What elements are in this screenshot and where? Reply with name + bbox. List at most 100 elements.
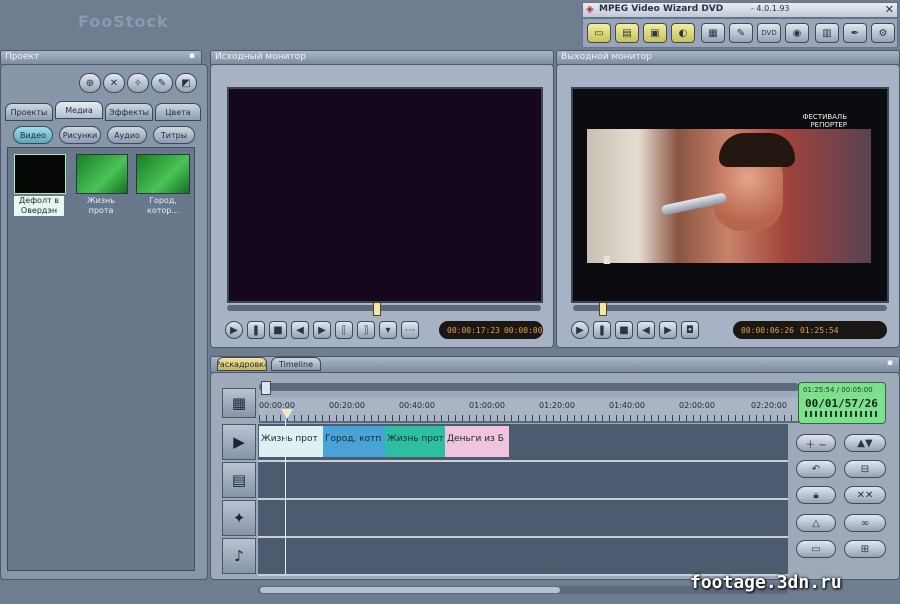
stop-icon: ■ (273, 324, 283, 336)
project-panel: ⊕ ✕ ✧ ✎ ◩ Проекты Медиа Эффекты Цвета Ви… (0, 64, 208, 580)
new-project-button[interactable]: ▭ (587, 23, 611, 43)
timeline-playhead-marker[interactable] (281, 409, 293, 419)
dvd-button[interactable]: DVD (757, 23, 781, 43)
settings-button[interactable]: ⚙ (871, 23, 895, 43)
menu-button[interactable]: ▥ (815, 23, 839, 43)
image-track[interactable] (258, 462, 788, 500)
title-bar: ◈ MPEG Video Wizard DVD - 4.0.1.93 ✕ (582, 2, 898, 18)
timeline-zoom-slider[interactable] (259, 381, 799, 395)
edit-icon: ✎ (157, 77, 167, 89)
undo-button[interactable]: ↶ (796, 460, 836, 478)
cut-button[interactable]: ✕✕ (844, 486, 886, 504)
video-track-icon: ▶ (233, 433, 245, 451)
output-stop-button[interactable]: ■ (615, 321, 633, 339)
filter-video[interactable]: Видео (13, 126, 53, 144)
plus-icon: ＋ − (805, 439, 827, 451)
open-project-button[interactable]: ▤ (615, 23, 639, 43)
tab-projects[interactable]: Проекты (5, 103, 53, 121)
audio-track[interactable] (258, 538, 788, 576)
fade-button[interactable]: △ (796, 514, 836, 532)
source-playhead[interactable] (373, 302, 381, 316)
track-options-button[interactable]: ⊞ (844, 540, 886, 558)
filter-titles[interactable]: Титры (153, 126, 195, 144)
source-scrubber[interactable] (227, 302, 541, 316)
media-item[interactable]: Дефолт в Овердэн (14, 154, 66, 216)
output-pause-button[interactable]: ❚ (593, 321, 611, 339)
source-next-frame-button[interactable]: ▶ (313, 321, 331, 339)
output-prev-button[interactable]: ◀ (637, 321, 655, 339)
tools-icon: ✒ (850, 27, 860, 39)
timeline-menu-icon[interactable]: ▪ (887, 358, 893, 368)
zoom-handle[interactable] (261, 381, 271, 395)
source-insert-button[interactable]: ▾ (379, 321, 397, 339)
output-playhead[interactable] (599, 302, 607, 316)
source-mark-out-button[interactable]: ⟧ (357, 321, 375, 339)
timeline-ruler[interactable]: 00:00:00 00:20:00 00:40:00 01:00:00 01:2… (259, 397, 799, 423)
remove-media-button[interactable]: ✕ (103, 73, 125, 93)
folder-icon: ◩ (181, 77, 191, 89)
track-video-header[interactable]: ▶ (222, 424, 256, 460)
capture-button[interactable]: ◐ (671, 23, 695, 43)
source-timecode: 00:00:17:23 00:00:00 (439, 321, 543, 339)
lock-button[interactable]: 🔒︎ (796, 486, 836, 504)
track-image-header[interactable]: ▤ (222, 462, 256, 498)
filter-images[interactable]: Рисунки (59, 126, 101, 144)
link-button[interactable]: ∞ (844, 514, 886, 532)
next-icon: ▶ (664, 324, 672, 336)
scrollbar-thumb[interactable] (260, 587, 560, 593)
tab-effects[interactable]: Эффекты (105, 103, 153, 121)
source-pause-button[interactable]: ❚ (247, 321, 265, 339)
pause-icon: ❚ (597, 324, 607, 336)
camera-icon: ◘ (686, 324, 694, 336)
source-mark-in-button[interactable]: ⟦ (335, 321, 353, 339)
output-snapshot-button[interactable]: ◘ (681, 321, 699, 339)
panel-menu-icon[interactable]: ▪ (189, 51, 195, 61)
output-next-button[interactable]: ▶ (659, 321, 677, 339)
open-icon: ▤ (622, 27, 632, 39)
track-add-button[interactable]: ▭ (796, 540, 836, 558)
timeline-clip[interactable]: Город, котп (323, 426, 385, 457)
media-item[interactable]: Город, котор... (136, 154, 190, 216)
track-video-icon-cell[interactable]: ▦ (222, 388, 256, 418)
timeline-clip[interactable]: Жизнь прот (259, 426, 323, 457)
tools-button[interactable]: ✒ (843, 23, 867, 43)
zoom-in-button[interactable]: ＋ − (796, 434, 836, 452)
scroll-up-button[interactable]: ▲▼ (844, 434, 886, 452)
mark-out-icon: ⟧ (363, 324, 369, 336)
close-button[interactable]: ✕ (885, 3, 894, 16)
output-play-button[interactable]: ▶ (571, 321, 589, 339)
timeline-clip[interactable]: Деньги из Б (445, 426, 509, 457)
source-play-button[interactable]: ▶ (225, 321, 243, 339)
output-timecode-a: 00:00:06:26 (741, 325, 794, 335)
split-button[interactable]: ⊟ (844, 460, 886, 478)
tab-media[interactable]: Медиа (55, 101, 103, 119)
source-extra-button[interactable]: ⋯ (401, 321, 419, 339)
filter-audio[interactable]: Аудио (107, 126, 147, 144)
export-button[interactable]: ▦ (701, 23, 725, 43)
tab-colors[interactable]: Цвета (155, 103, 201, 121)
media-item[interactable]: Жизнь прота (76, 154, 128, 216)
folder-button[interactable]: ◩ (175, 73, 197, 93)
source-prev-frame-button[interactable]: ◀ (291, 321, 309, 339)
track-audio-header[interactable]: ♪ (222, 538, 256, 574)
tab-timeline[interactable]: Timeline (271, 357, 321, 371)
save-project-button[interactable]: ▣ (643, 23, 667, 43)
convert-button[interactable]: ✎ (729, 23, 753, 43)
add-media-button[interactable]: ⊕ (79, 73, 101, 93)
burn-button[interactable]: ◉ (785, 23, 809, 43)
audio-icon: ♪ (234, 547, 244, 565)
effects-track[interactable] (258, 500, 788, 538)
output-scrubber[interactable] (573, 302, 887, 316)
effects-icon: ✦ (232, 509, 246, 527)
timeline-clip[interactable]: Жизнь прот (385, 426, 445, 457)
output-timecode-b: 01:25:54 (799, 325, 839, 335)
tab-storyboard[interactable]: Раскадровка (217, 357, 267, 371)
properties-button[interactable]: ✧ (127, 73, 149, 93)
counter-top: 01:25:54 / 00:05:00 (803, 386, 873, 394)
link-icon: ∞ (860, 517, 870, 529)
track-effects-header[interactable]: ✦ (222, 500, 256, 536)
edit-media-button[interactable]: ✎ (151, 73, 173, 93)
counter-main: 00/01/57/26 (805, 397, 878, 410)
source-stop-button[interactable]: ■ (269, 321, 287, 339)
burn-icon: ◉ (792, 27, 802, 39)
